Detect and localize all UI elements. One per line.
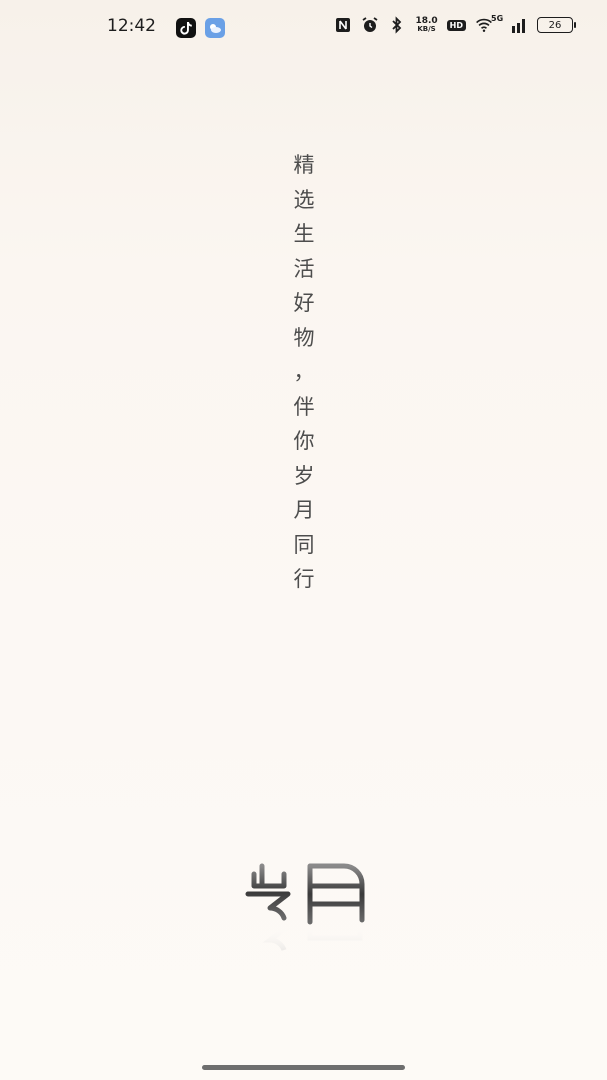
alarm-icon <box>361 16 379 34</box>
system-icons: 18.0 KB/S HD 26 <box>334 16 576 34</box>
slogan-char: 选 <box>293 187 315 212</box>
bluetooth-icon <box>388 16 406 34</box>
hd-icon: HD <box>446 19 466 31</box>
home-indicator[interactable] <box>202 1065 405 1070</box>
weather-icon <box>205 18 225 38</box>
slogan-char: 生 <box>293 222 315 246</box>
suiyue-logo-icon <box>240 858 380 968</box>
slogan-char: 你 <box>293 429 315 453</box>
status-bar: 12:42 18.0 KB/S HD 26 5G <box>0 0 607 54</box>
slogan-char: ， <box>293 360 315 384</box>
network-speed: 18.0 KB/S <box>415 17 437 34</box>
slogan-char: 伴 <box>293 394 315 419</box>
signal-5g-icon <box>502 16 528 34</box>
network-speed-unit: KB/S <box>417 25 436 33</box>
slogan-char: 行 <box>293 567 315 591</box>
tiktok-icon <box>176 18 196 38</box>
splash-slogan: 精 选 生 活 好 物 ， 伴 你 岁 月 同 行 <box>287 148 321 597</box>
slogan-char: 活 <box>293 256 315 281</box>
slogan-char: 月 <box>293 498 315 522</box>
slogan-char: 好 <box>293 291 315 315</box>
status-time: 12:42 <box>107 16 156 36</box>
slogan-char: 精 <box>293 153 315 177</box>
battery-level: 26 <box>548 19 562 31</box>
nfc-icon <box>334 16 352 34</box>
signal-5g-label: 5G <box>491 14 504 23</box>
slogan-char: 岁 <box>293 463 315 488</box>
slogan-char: 同 <box>293 532 315 557</box>
slogan-char: 物 <box>293 325 315 350</box>
battery-icon: 26 <box>537 17 576 33</box>
